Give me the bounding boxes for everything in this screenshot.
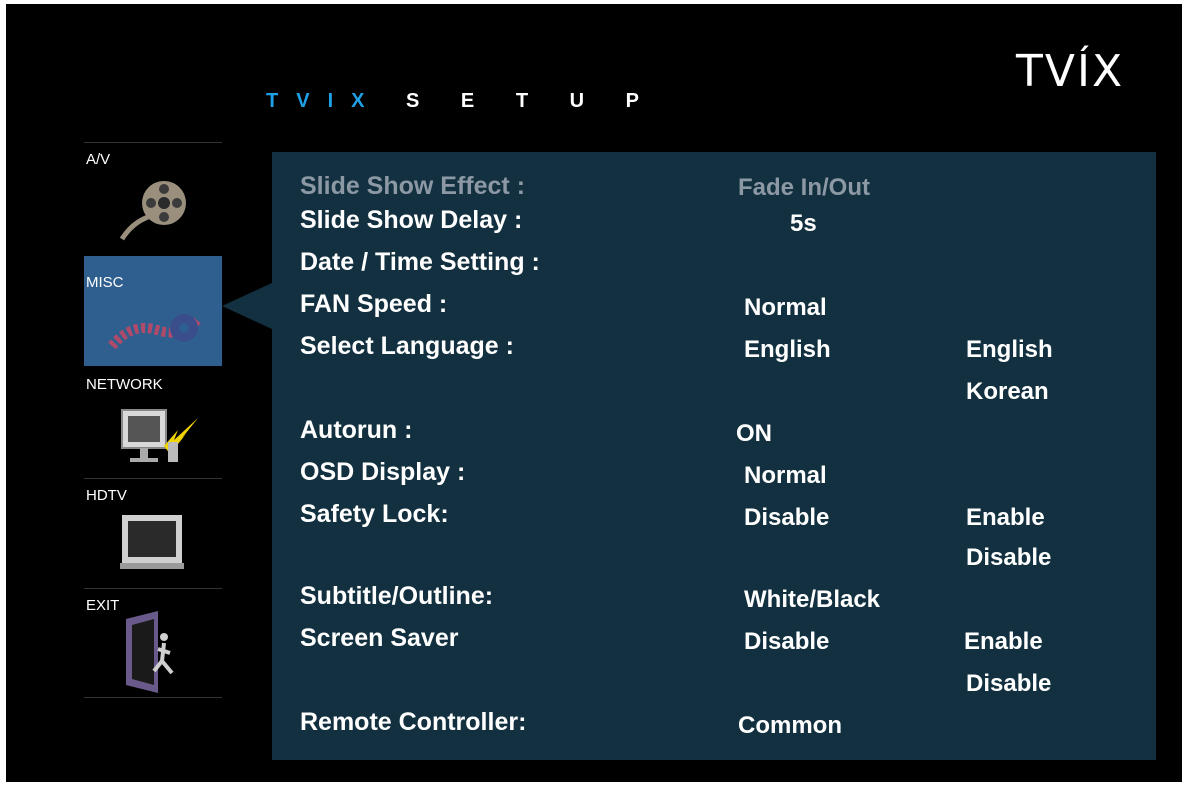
- title-letter-x: X: [351, 90, 383, 112]
- sidebar-item-misc[interactable]: MISC: [84, 256, 222, 366]
- safety-lock-option-enable[interactable]: Enable: [966, 504, 1045, 532]
- sidebar-item-label: HDTV: [86, 487, 127, 504]
- title-letter-v: V: [296, 90, 328, 112]
- sidebar-item-network[interactable]: NETWORK: [84, 368, 222, 478]
- setting-date-time-label[interactable]: Date / Time Setting :: [300, 248, 540, 277]
- setting-safety-lock-label[interactable]: Safety Lock:: [300, 500, 449, 529]
- page-title: TVIX S E T U P: [266, 90, 657, 113]
- title-letter-t: T: [266, 90, 297, 112]
- sidebar-item-exit[interactable]: EXIT: [84, 588, 222, 699]
- sidebar: A/V MISC NETWORK HDTV EXIT: [84, 142, 222, 702]
- setting-autorun-label[interactable]: Autorun :: [300, 416, 412, 445]
- setting-fan-speed-value[interactable]: Normal: [744, 294, 827, 322]
- sidebar-item-label: NETWORK: [86, 376, 163, 393]
- setting-select-language-value[interactable]: English: [744, 336, 831, 364]
- title-setup: S E T U P: [406, 90, 657, 112]
- selection-pointer: [222, 282, 274, 330]
- screen-saver-option-disable[interactable]: Disable: [966, 670, 1051, 698]
- setting-slide-show-delay-value[interactable]: 5s: [790, 210, 817, 238]
- safety-lock-option-disable[interactable]: Disable: [966, 544, 1051, 572]
- language-option-korean[interactable]: Korean: [966, 378, 1049, 406]
- title-letter-i: I: [327, 90, 352, 112]
- network-computer-icon: [121, 409, 198, 462]
- setting-osd-display-value[interactable]: Normal: [744, 462, 827, 490]
- language-option-english[interactable]: English: [966, 336, 1053, 364]
- setting-subtitle-outline-label[interactable]: Subtitle/Outline:: [300, 582, 493, 611]
- sidebar-item-label: EXIT: [86, 597, 120, 614]
- setting-osd-display-label[interactable]: OSD Display :: [300, 458, 465, 487]
- tv-screen: TVÍX TVIX S E T U P A/V MISC NETWORK HDT…: [6, 4, 1182, 782]
- setting-remote-controller-label[interactable]: Remote Controller:: [300, 708, 526, 737]
- sidebar-item-label: A/V: [86, 151, 111, 168]
- gears-icon: [108, 314, 201, 350]
- setting-remote-controller-value[interactable]: Common: [738, 712, 842, 740]
- exit-door-icon: [126, 611, 174, 693]
- setting-screen-saver-label[interactable]: Screen Saver: [300, 624, 458, 653]
- film-reel-icon: [119, 181, 186, 241]
- sidebar-item-hdtv[interactable]: HDTV: [84, 478, 222, 589]
- setting-select-language-label[interactable]: Select Language :: [300, 332, 514, 361]
- setting-screen-saver-value[interactable]: Disable: [744, 628, 829, 656]
- setting-slide-show-delay-label[interactable]: Slide Show Delay :: [300, 206, 522, 235]
- setting-fan-speed-label[interactable]: FAN Speed :: [300, 290, 447, 319]
- screen-saver-option-enable[interactable]: Enable: [964, 628, 1043, 656]
- setting-safety-lock-value[interactable]: Disable: [744, 504, 829, 532]
- settings-panel: Slide Show Effect : Slide Show Delay : D…: [272, 152, 1156, 760]
- setting-slide-show-effect-label[interactable]: Slide Show Effect :: [300, 172, 525, 201]
- tvix-logo: TVÍX: [1016, 46, 1125, 97]
- setting-subtitle-outline-value[interactable]: White/Black: [744, 586, 880, 614]
- setting-autorun-value[interactable]: ON: [736, 420, 772, 448]
- setting-slide-show-effect-value[interactable]: Fade In/Out: [738, 174, 870, 202]
- sidebar-item-label: MISC: [86, 274, 124, 291]
- sidebar-divider: [84, 697, 222, 698]
- tv-icon: [120, 515, 184, 569]
- sidebar-item-av[interactable]: A/V: [84, 142, 222, 253]
